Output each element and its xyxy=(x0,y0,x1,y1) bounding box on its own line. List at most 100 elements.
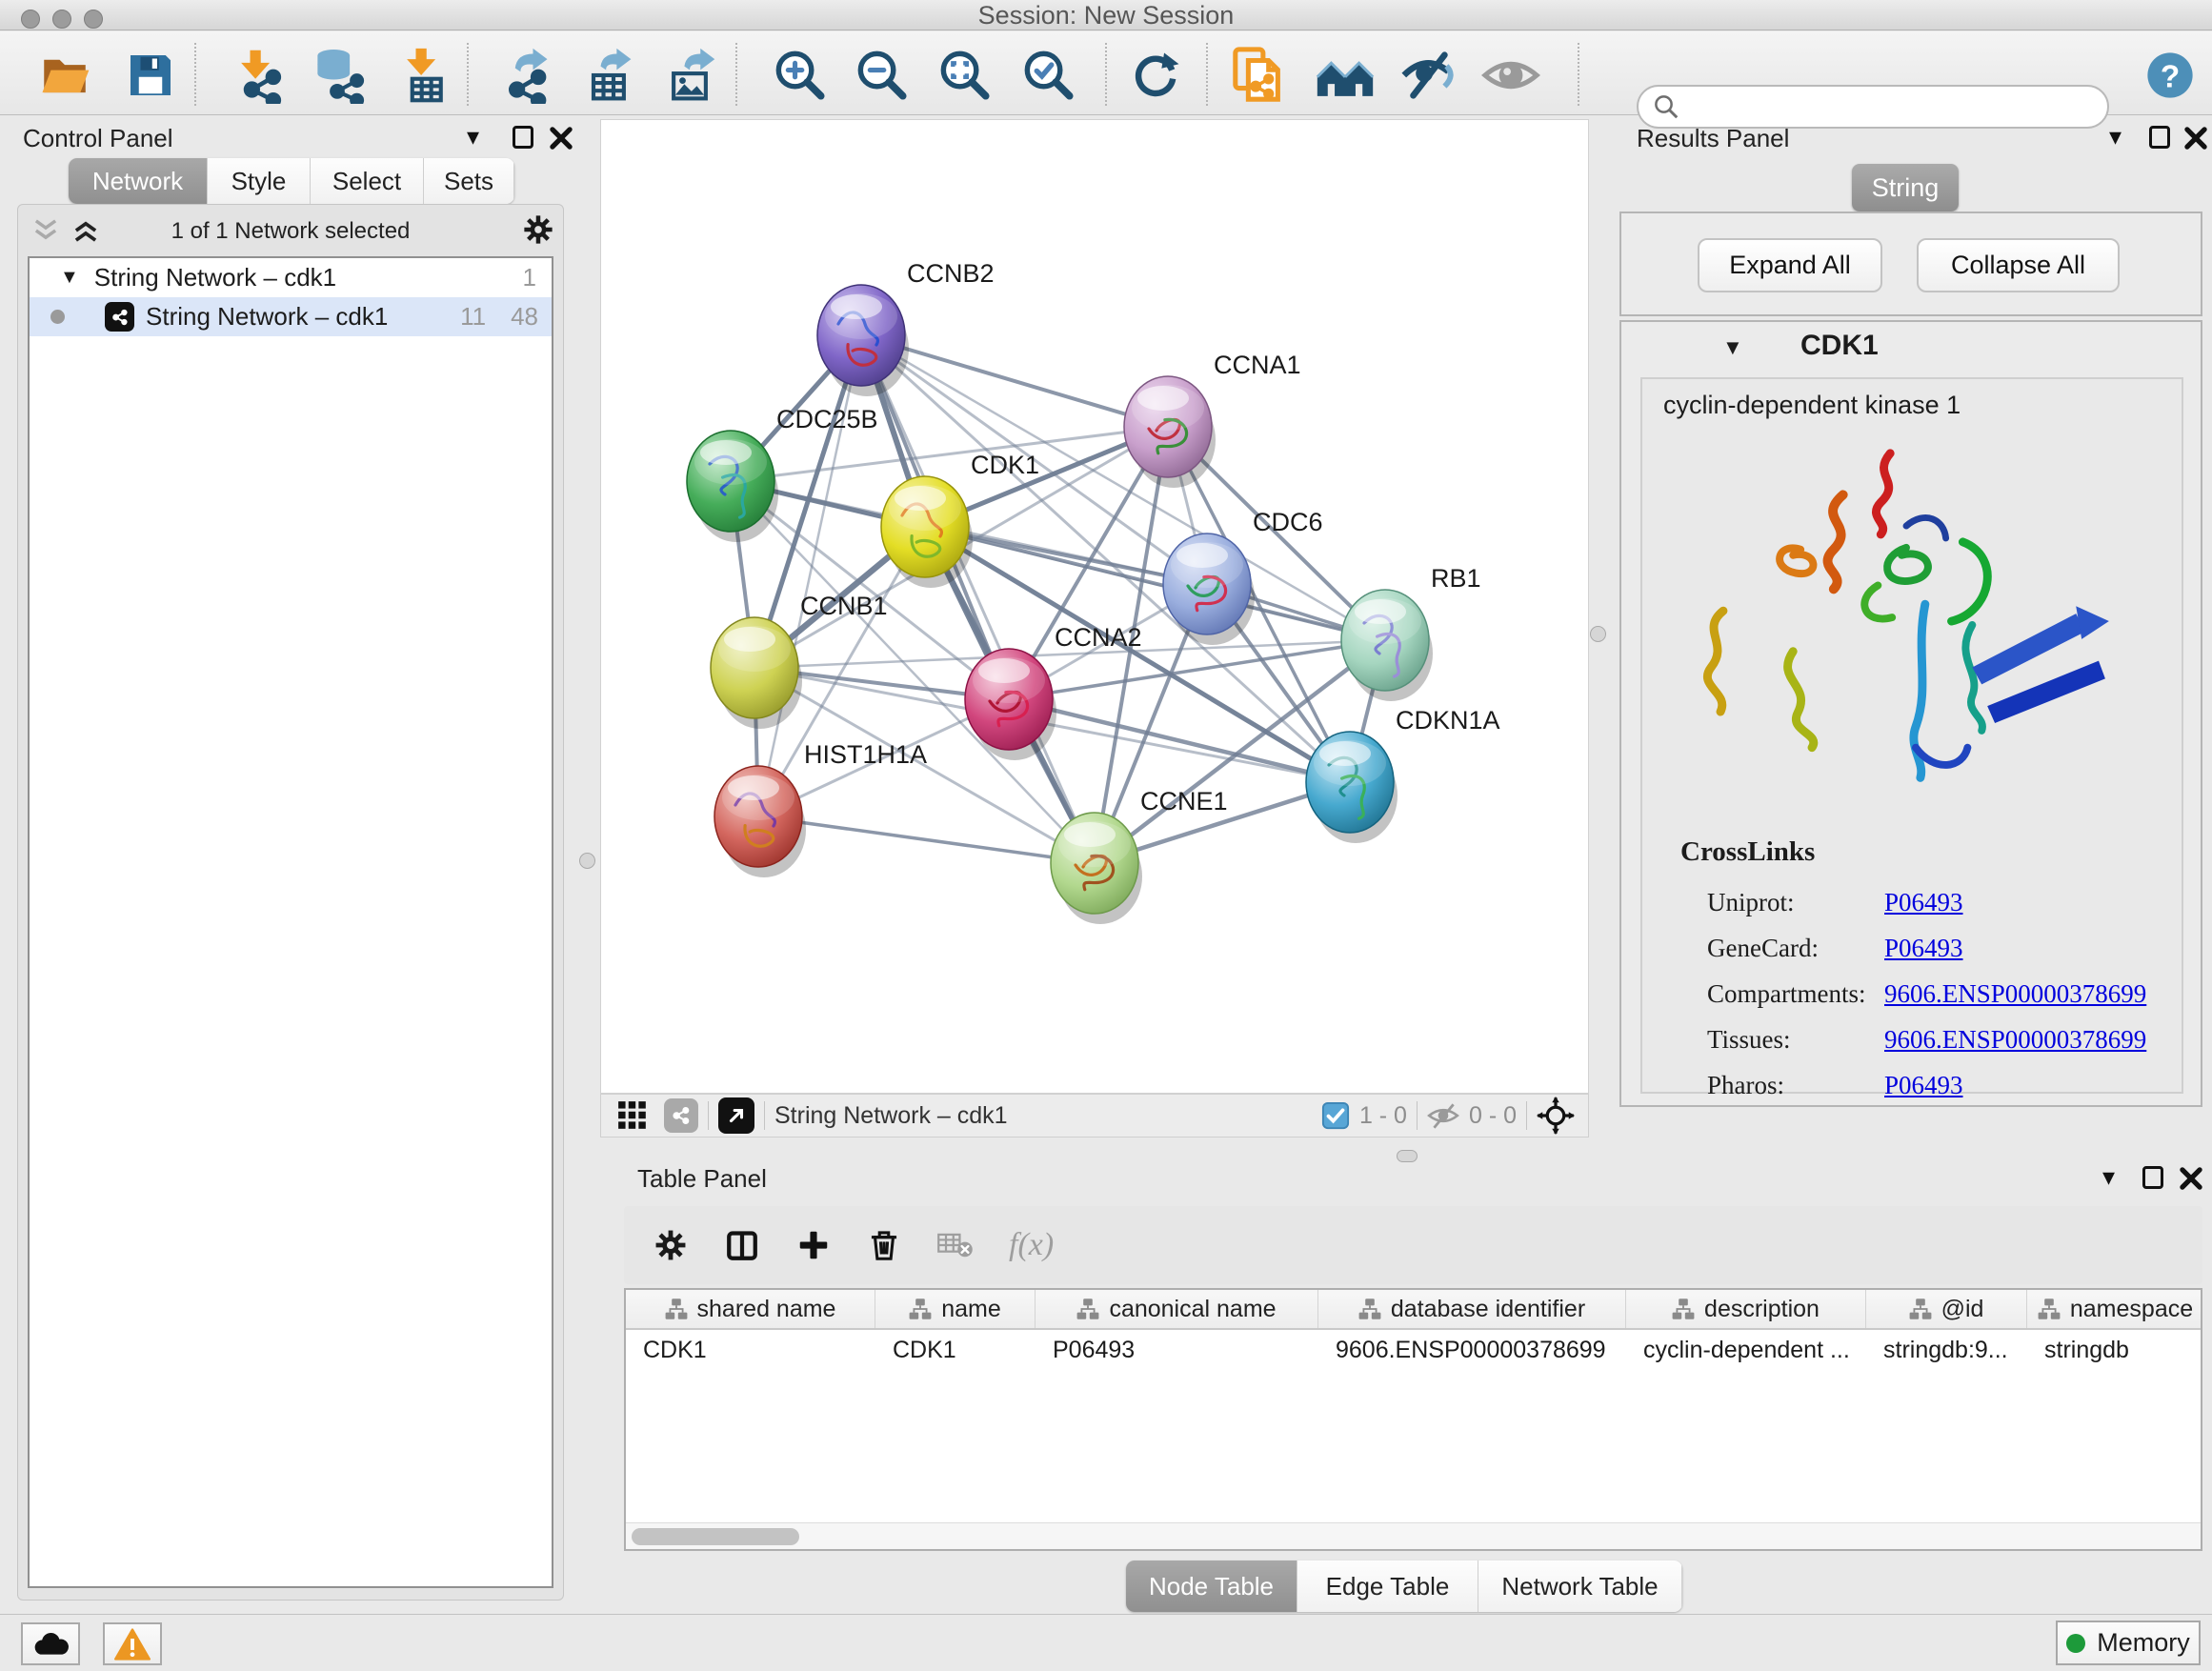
window-zoom-button[interactable] xyxy=(84,10,103,29)
column-header-name[interactable]: name xyxy=(875,1290,1036,1328)
search-input[interactable] xyxy=(1680,93,2107,121)
delete-column-trash-icon[interactable] xyxy=(866,1227,902,1263)
import-network-database-button[interactable] xyxy=(307,45,368,106)
string-import-button[interactable] xyxy=(1229,45,1290,106)
column-header-description[interactable]: description xyxy=(1626,1290,1866,1328)
zoom-in-button[interactable] xyxy=(770,45,831,106)
results-panel-close-icon[interactable] xyxy=(2183,126,2208,151)
collapse-all-button[interactable]: Collapse All xyxy=(1917,238,2120,292)
table-cell[interactable]: stringdb xyxy=(2027,1337,2202,1364)
refresh-view-button[interactable] xyxy=(1125,45,1186,106)
crosslink-link[interactable]: P06493 xyxy=(1884,888,1963,917)
network-node-label-CCNB1: CCNB1 xyxy=(800,592,888,620)
results-panel-collapse-icon[interactable]: ▾ xyxy=(2109,122,2122,151)
network-node-CDKN1A[interactable]: CDKN1A xyxy=(1306,706,1500,843)
column-header-database-identifier[interactable]: database identifier xyxy=(1318,1290,1626,1328)
show-columns-icon[interactable] xyxy=(723,1226,761,1264)
zoom-out-button[interactable] xyxy=(852,45,913,106)
results-panel-title: Results Panel xyxy=(1637,124,1789,153)
table-panel-float-icon[interactable] xyxy=(2142,1166,2163,1189)
crosslink-link[interactable]: 9606.ENSP00000378699 xyxy=(1884,1025,2146,1055)
export-table-button[interactable] xyxy=(577,45,638,106)
control-panel-close-icon[interactable] xyxy=(549,126,573,151)
export-image-button[interactable] xyxy=(659,45,720,106)
selected-checkbox-icon[interactable] xyxy=(1321,1101,1350,1130)
table-options-gear-icon[interactable] xyxy=(653,1227,689,1263)
titlebar: Session: New Session xyxy=(0,0,2212,30)
create-column-plus-icon[interactable] xyxy=(795,1227,832,1263)
help-button[interactable]: ? xyxy=(2140,45,2201,106)
network-icon-toggle[interactable] xyxy=(664,1098,698,1133)
network-node-CCNA1[interactable]: CCNA1 xyxy=(1124,351,1301,488)
zoom-selected-button[interactable] xyxy=(1018,45,1079,106)
open-session-button[interactable] xyxy=(34,45,95,106)
toolbar-separator xyxy=(735,43,737,106)
table-cell[interactable]: CDK1 xyxy=(626,1337,875,1364)
network-node-HIST1H1A[interactable]: HIST1H1A xyxy=(714,740,927,877)
protein-expand-triangle[interactable]: ▼ xyxy=(1722,335,1743,360)
control-panel-collapse-icon[interactable]: ▾ xyxy=(467,122,479,151)
column-header-shared-name[interactable]: shared name xyxy=(626,1290,875,1328)
network-node-CCNE1[interactable]: CCNE1 xyxy=(1051,787,1228,924)
network-node-CDC6[interactable]: CDC6 xyxy=(1163,508,1323,645)
crosslink-row: Tissues:9606.ENSP00000378699 xyxy=(1707,1017,2164,1062)
cloud-status-button[interactable] xyxy=(21,1622,80,1665)
table-panel-close-icon[interactable] xyxy=(2179,1166,2203,1191)
import-network-file-button[interactable] xyxy=(227,45,288,106)
results-tab-string[interactable]: String xyxy=(1852,164,1959,211)
delete-table-icon-disabled xyxy=(936,1229,975,1261)
column-header-namespace[interactable]: namespace xyxy=(2027,1290,2202,1328)
tab-style[interactable]: Style xyxy=(208,158,311,204)
tab-network[interactable]: Network xyxy=(69,158,208,204)
hide-glass-button[interactable] xyxy=(1398,45,1458,106)
import-table-file-button[interactable] xyxy=(392,45,453,106)
table-cell[interactable]: cyclin-dependent ... xyxy=(1626,1337,1866,1364)
warning-status-button[interactable] xyxy=(103,1622,162,1665)
left-splitter-handle[interactable] xyxy=(579,853,595,869)
crosslink-link[interactable]: P06493 xyxy=(1884,934,1963,963)
network-options-gear-icon[interactable] xyxy=(521,212,555,247)
network-row[interactable]: String Network – cdk1 11 48 xyxy=(30,297,552,336)
tab-sets[interactable]: Sets xyxy=(424,158,514,204)
grid-view-icon[interactable] xyxy=(616,1099,649,1132)
network-node-RB1[interactable]: RB1 xyxy=(1341,564,1481,701)
table-cell[interactable]: stringdb:9... xyxy=(1866,1337,2027,1364)
string-home-button[interactable] xyxy=(1315,45,1376,106)
table-panel-title: Table Panel xyxy=(637,1164,767,1194)
table-cell[interactable]: 9606.ENSP00000378699 xyxy=(1318,1337,1626,1364)
tab-network-table[interactable]: Network Table xyxy=(1478,1560,1682,1612)
tab-edge-table[interactable]: Edge Table xyxy=(1297,1560,1478,1612)
column-header-canonical-name[interactable]: canonical name xyxy=(1036,1290,1318,1328)
network-node-CCNB1[interactable]: CCNB1 xyxy=(711,592,888,729)
table-cell[interactable]: CDK1 xyxy=(875,1337,1036,1364)
network-edge-CCNB2-CCNE1[interactable] xyxy=(861,335,1095,863)
show-glass-button[interactable] xyxy=(1480,45,1541,106)
zoom-fit-button[interactable] xyxy=(935,45,995,106)
results-panel-float-icon[interactable] xyxy=(2149,126,2170,149)
expand-all-button[interactable]: Expand All xyxy=(1698,238,1882,292)
window-close-button[interactable] xyxy=(21,10,40,29)
crosslink-link[interactable]: 9606.ENSP00000378699 xyxy=(1884,979,2146,1009)
network-collection-row[interactable]: ▼ String Network – cdk1 1 xyxy=(30,258,552,297)
tab-node-table[interactable]: Node Table xyxy=(1126,1560,1297,1612)
detach-view-button[interactable] xyxy=(718,1097,754,1134)
crosslink-link[interactable]: P06493 xyxy=(1884,1071,1963,1100)
tab-select[interactable]: Select xyxy=(311,158,424,204)
birdseye-crosshair-icon[interactable] xyxy=(1537,1097,1575,1135)
network-canvas[interactable]: CCNB2CCNA1CDC25BCDK1CDC6RB1CCNB1CCNA2CDK… xyxy=(600,119,1589,1094)
memory-button[interactable]: Memory xyxy=(2056,1621,2201,1665)
table-row[interactable]: CDK1CDK1P064939606.ENSP00000378699cyclin… xyxy=(626,1330,2201,1370)
collection-expand-triangle[interactable]: ▼ xyxy=(60,267,79,289)
horizontal-splitter-handle[interactable] xyxy=(1397,1150,1418,1162)
scrollbar-thumb[interactable] xyxy=(632,1528,799,1545)
export-network-button[interactable] xyxy=(495,45,556,106)
control-panel-float-icon[interactable] xyxy=(513,126,533,149)
right-splitter-handle[interactable] xyxy=(1590,626,1606,642)
network-edge-CCNE1-HIST1H1A[interactable] xyxy=(758,816,1095,863)
table-horizontal-scrollbar[interactable] xyxy=(626,1522,2201,1549)
save-session-button[interactable] xyxy=(120,45,181,106)
window-minimize-button[interactable] xyxy=(52,10,71,29)
table-panel-collapse-icon[interactable]: ▾ xyxy=(2102,1162,2115,1192)
column-header--id[interactable]: @id xyxy=(1866,1290,2027,1328)
table-cell[interactable]: P06493 xyxy=(1036,1337,1318,1364)
